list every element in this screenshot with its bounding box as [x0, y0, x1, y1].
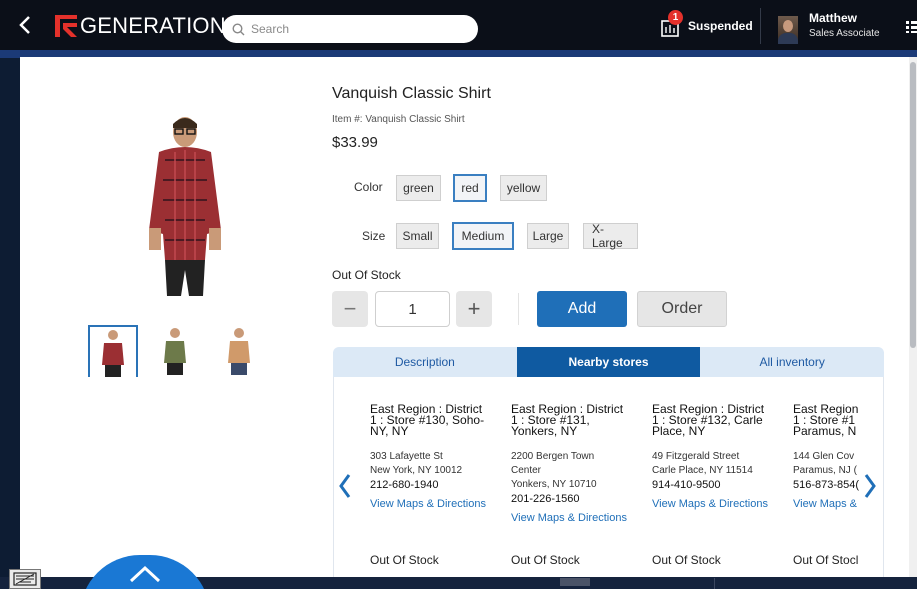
- tab-all-inventory[interactable]: All inventory: [700, 347, 885, 377]
- add-button[interactable]: Add: [537, 291, 627, 327]
- store-directions-link[interactable]: View Maps &: [793, 498, 861, 510]
- user-info[interactable]: Matthew Sales Associate: [809, 11, 880, 39]
- quantity-input[interactable]: 1: [375, 291, 450, 327]
- prev-stores-chevron-icon[interactable]: [337, 472, 353, 500]
- user-name: Matthew: [809, 11, 857, 25]
- color-option-yellow[interactable]: yellow: [500, 175, 547, 201]
- store-address: 2200 Bergen Town Center Yonkers, NY 10710: [511, 451, 597, 490]
- avatar[interactable]: [778, 16, 798, 44]
- color-label: Color: [354, 180, 383, 194]
- color-option-red[interactable]: red: [453, 174, 487, 202]
- store-name: East Region : District 1 : Store #131, Yon…: [511, 404, 624, 438]
- store-stock-status: Out Of Stock: [511, 553, 580, 567]
- suspended-button[interactable]: 1 Suspended: [660, 10, 753, 38]
- store-stock-status: Out Of Stocl: [793, 553, 859, 567]
- tab-nearby-stores[interactable]: Nearby stores: [516, 347, 701, 377]
- store-card: East Region : District 1 : Store #130, So…: [370, 404, 495, 567]
- size-label: Size: [362, 229, 386, 243]
- next-stores-chevron-icon[interactable]: [862, 472, 878, 500]
- product-thumbnails: [88, 325, 268, 377]
- store-card: East Region 1 : Store #1 Paramus, N 144 Gl…: [793, 404, 861, 567]
- logo-mark-icon: [55, 15, 77, 37]
- store-stock-status: Out Of Stock: [370, 553, 439, 567]
- store-address: 144 Glen Cov Paramus, NJ (: [793, 451, 857, 476]
- suspended-label: Suspended: [688, 19, 753, 33]
- keyboard-icon[interactable]: [9, 569, 41, 589]
- store-phone: 516-873-854(: [793, 479, 860, 491]
- header-divider: [760, 8, 761, 44]
- item-number: Item #: Vanquish Classic Shirt: [332, 114, 465, 125]
- nearby-stores-panel: East Region : District 1 : Store #130, So…: [333, 377, 884, 577]
- scrollbar-thumb[interactable]: [910, 62, 916, 348]
- store-directions-link[interactable]: View Maps & Directions: [511, 512, 636, 524]
- store-card: East Region : District 1 : Store #132, Ca…: [652, 404, 777, 567]
- suspended-count-badge: 1: [668, 10, 683, 25]
- size-option-medium[interactable]: Medium: [452, 222, 514, 250]
- action-divider: [518, 293, 519, 325]
- store-card: East Region : District 1 : Store #131, Yon…: [511, 404, 636, 567]
- info-tabs: Description Nearby stores All inventory: [333, 347, 885, 377]
- bottom-handle[interactable]: [560, 578, 590, 586]
- store-name: East Region : District 1 : Store #130, So…: [370, 404, 485, 438]
- store-address: 49 Fitzgerald Street Carle Place, NY 1151…: [652, 451, 753, 476]
- bottom-divider: [714, 578, 715, 589]
- search-box[interactable]: [222, 15, 478, 43]
- order-button[interactable]: Order: [637, 291, 727, 327]
- color-option-green[interactable]: green: [396, 175, 441, 201]
- user-role: Sales Associate: [809, 28, 880, 39]
- thumbnail-green[interactable]: [152, 325, 202, 377]
- store-phone: 212-680-1940: [370, 479, 439, 491]
- store-phone: 201-226-1560: [511, 493, 580, 505]
- store-directions-link[interactable]: View Maps & Directions: [370, 498, 495, 510]
- size-option-small[interactable]: Small: [396, 223, 439, 249]
- product-image: [149, 117, 221, 296]
- size-option-x-large[interactable]: X-Large: [583, 222, 638, 250]
- store-name: East Region : District 1 : Store #132, Ca…: [652, 404, 765, 438]
- store-phone: 914-410-9500: [652, 479, 721, 491]
- thumbnail-yellow[interactable]: [216, 325, 266, 377]
- chevron-up-icon: [129, 565, 161, 583]
- grid-menu-icon[interactable]: [906, 21, 917, 33]
- brand-prefix: GENERATION: [80, 13, 226, 38]
- suspended-cart-icon: 1: [660, 10, 683, 37]
- quantity-increment-button[interactable]: +: [456, 291, 492, 327]
- product-title: Vanquish Classic Shirt: [332, 85, 491, 102]
- product-detail-panel: Vanquish Classic Shirt Item #: Vanquish …: [20, 57, 912, 577]
- quantity-decrement-button[interactable]: −: [332, 291, 368, 327]
- brand-logo[interactable]: GENERATIONN: [55, 13, 242, 39]
- store-stock-status: Out Of Stock: [652, 553, 721, 567]
- brand-name: GENERATIONN: [80, 13, 242, 39]
- store-name: East Region 1 : Store #1 Paramus, N: [793, 404, 859, 438]
- product-price: $33.99: [332, 134, 378, 151]
- tab-description[interactable]: Description: [333, 347, 517, 377]
- search-icon: [232, 22, 245, 35]
- back-chevron-icon[interactable]: [14, 13, 36, 37]
- size-option-large[interactable]: Large: [527, 223, 569, 249]
- store-address: 303 Lafayette St New York, NY 10012: [370, 451, 463, 476]
- top-bar: GENERATIONN 1 Suspended Matthew Sales As…: [0, 0, 917, 50]
- stock-status: Out Of Stock: [332, 268, 401, 282]
- search-input[interactable]: [251, 22, 451, 36]
- thumbnail-red[interactable]: [88, 325, 138, 377]
- store-directions-link[interactable]: View Maps & Directions: [652, 498, 777, 510]
